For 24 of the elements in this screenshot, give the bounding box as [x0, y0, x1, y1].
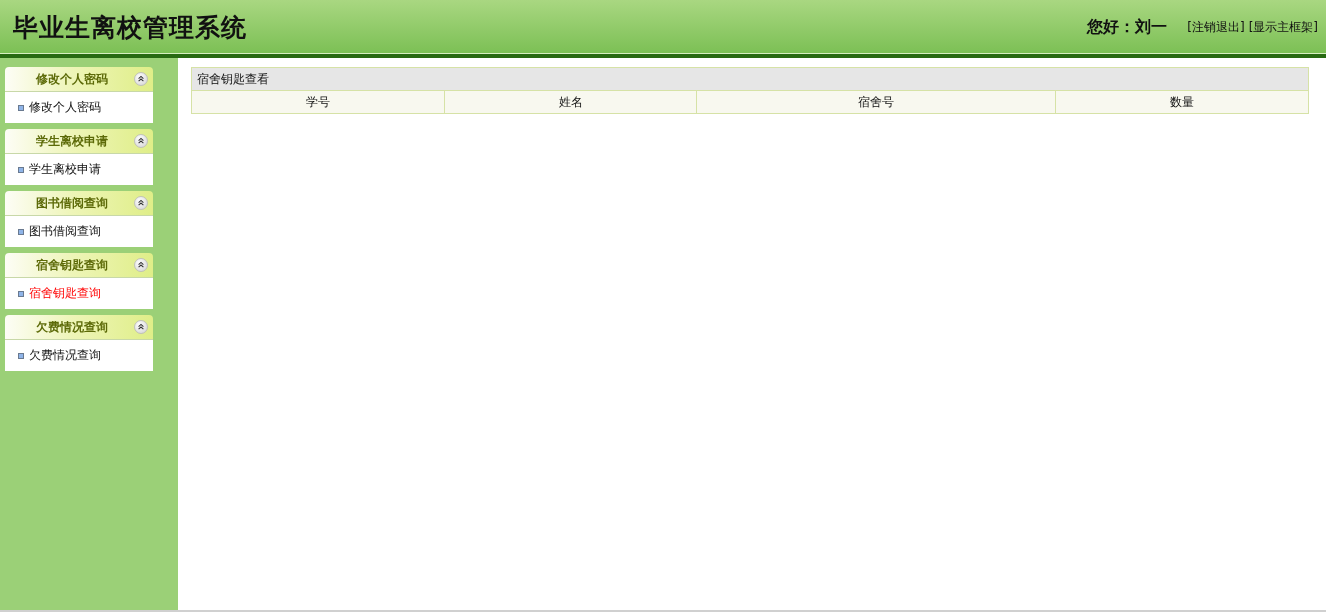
- header-link[interactable]: [显示主框架]: [1248, 18, 1318, 36]
- collapse-icon[interactable]: [134, 196, 148, 210]
- collapse-icon[interactable]: [134, 258, 148, 272]
- bullet-icon: [18, 228, 24, 235]
- collapse-icon[interactable]: [134, 320, 148, 334]
- bullet-icon: [18, 104, 24, 111]
- collapse-icon[interactable]: [134, 134, 148, 148]
- bullet-icon: [18, 290, 24, 297]
- column-header: 学号: [191, 90, 445, 114]
- panel-header[interactable]: 欠费情况查询: [5, 315, 153, 340]
- app-title: 毕业生离校管理系统: [13, 11, 247, 44]
- column-header: 宿舍号: [696, 90, 1056, 114]
- panel-header[interactable]: 修改个人密码: [5, 67, 153, 92]
- bullet-icon: [18, 166, 24, 173]
- column-header: 数量: [1055, 90, 1309, 114]
- table-title: 宿舍钥匙查看: [191, 67, 1309, 91]
- column-header: 姓名: [444, 90, 697, 114]
- header-link[interactable]: [注销退出]: [1187, 18, 1245, 36]
- panel-header[interactable]: 图书借阅查询: [5, 191, 153, 216]
- greeting-text: 您好：刘一: [1087, 16, 1168, 38]
- panel-header[interactable]: 宿舍钥匙查询: [5, 253, 153, 278]
- panel-header[interactable]: 学生离校申请: [5, 129, 153, 154]
- bullet-icon: [18, 352, 24, 359]
- collapse-icon[interactable]: [134, 72, 148, 86]
